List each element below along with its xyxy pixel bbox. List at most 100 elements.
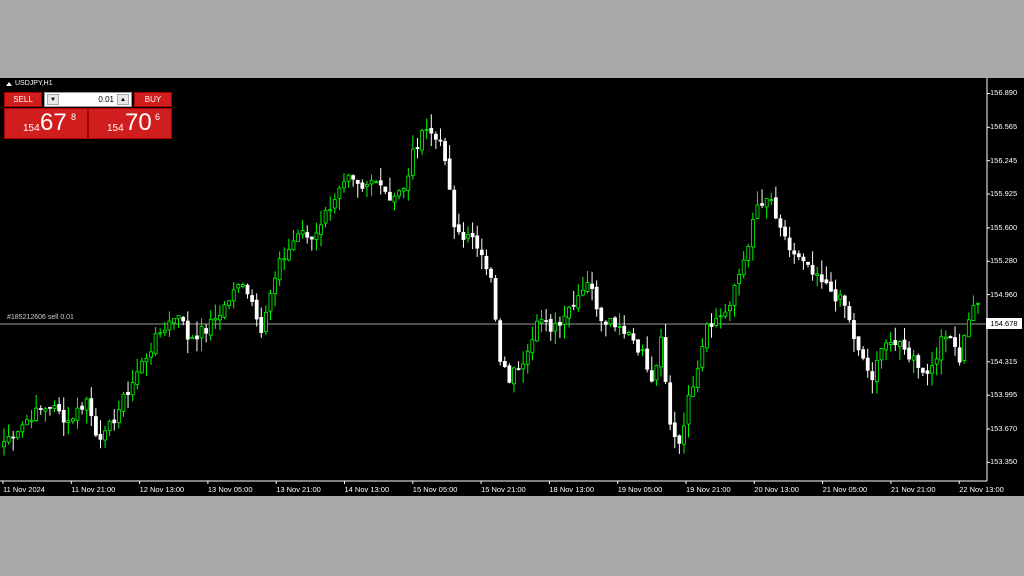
candle-body: [406, 175, 411, 191]
candle-body: [93, 416, 98, 436]
candle-body: [227, 300, 232, 306]
candle-body: [962, 334, 967, 361]
candle-body: [282, 258, 287, 261]
candle-body: [415, 147, 420, 150]
candle-body: [636, 339, 640, 353]
buy-button[interactable]: BUY: [134, 92, 172, 107]
candle-body: [15, 431, 20, 438]
candle-body: [911, 355, 916, 361]
candle-body: [682, 425, 686, 445]
candle-body: [80, 405, 85, 410]
candle-body: [153, 333, 158, 355]
y-axis-label: 154.315: [990, 356, 1018, 366]
candle-body: [489, 268, 493, 278]
candle-body: [530, 339, 535, 354]
candle-body: [231, 289, 236, 302]
candle-body: [916, 355, 921, 368]
candle-body: [865, 357, 870, 371]
candle-body: [103, 430, 107, 441]
candle-body: [493, 278, 498, 320]
candle-body: [374, 181, 379, 184]
lot-increase-icon[interactable]: ▲: [117, 94, 129, 105]
candle-body: [245, 284, 250, 295]
candle-body: [126, 391, 130, 396]
candle-body: [663, 337, 668, 382]
candle-body: [6, 436, 11, 443]
candle-body: [158, 332, 163, 335]
candle-body: [29, 420, 34, 423]
candle-body: [484, 255, 489, 270]
candle-body: [939, 336, 944, 361]
candle-body: [732, 284, 737, 306]
candle-body: [11, 436, 16, 439]
order-line-label[interactable]: #185212606 sell 0.01: [7, 314, 74, 321]
candle-body: [383, 186, 388, 192]
y-axis-label: 153.670: [990, 424, 1018, 434]
collapse-triangle-icon[interactable]: [6, 81, 12, 86]
candle-body: [535, 320, 539, 342]
candle-body: [365, 184, 369, 187]
candle-body: [677, 435, 682, 444]
lot-decrease-icon[interactable]: ▼: [47, 94, 59, 105]
candle-body: [617, 325, 622, 328]
y-axis-label: 153.350: [990, 457, 1018, 467]
candle-body: [668, 382, 673, 425]
candle-body: [599, 307, 604, 322]
chart-window[interactable]: USDJPY,H1 SELL ▼ ▲ BUY 154 67 8 154 70 6…: [0, 78, 1024, 496]
candle-body: [585, 282, 590, 292]
candle-body: [204, 328, 209, 334]
x-axis-label: 13 Nov 05:00: [207, 485, 253, 494]
candle-body: [181, 316, 186, 322]
candle-body: [645, 348, 650, 370]
lot-size-input[interactable]: [61, 94, 114, 105]
y-axis-label: 154.960: [990, 289, 1018, 299]
candle-body: [144, 357, 149, 363]
candle-body: [755, 204, 760, 219]
candle-body: [392, 195, 397, 203]
candle-body: [172, 318, 176, 324]
candle-body: [695, 368, 700, 388]
candle-body: [842, 295, 847, 306]
candle-body: [714, 317, 719, 326]
candle-body: [2, 441, 6, 448]
buy-price-button[interactable]: 154 70 6: [88, 108, 172, 139]
candle-body: [608, 317, 613, 325]
sell-price-button[interactable]: 154 67 8: [4, 108, 88, 139]
candle-body: [337, 187, 342, 199]
candle-body: [116, 409, 121, 424]
candle-body: [71, 418, 75, 422]
candle-body: [48, 406, 52, 409]
candle-body: [291, 240, 296, 251]
candle-body: [815, 273, 820, 276]
price-chart[interactable]: [0, 78, 1024, 496]
candle-body: [130, 382, 135, 396]
candle-body: [410, 148, 415, 176]
sell-button[interactable]: SELL: [4, 92, 42, 107]
candle-body: [277, 258, 282, 281]
y-axis-label: 155.925: [990, 189, 1018, 199]
candle-body: [700, 346, 705, 368]
x-axis-label: 13 Nov 21:00: [276, 485, 321, 494]
candle-body: [525, 350, 530, 365]
candle-body: [516, 368, 521, 371]
x-axis-label: 21 Nov 21:00: [890, 485, 936, 494]
candle-body: [75, 407, 80, 421]
symbol-timeframe: USDJPY,H1: [15, 80, 53, 87]
candle-body: [778, 218, 783, 228]
candle-body: [649, 370, 654, 382]
candle-body: [512, 367, 516, 385]
candle-body: [112, 419, 117, 424]
candle-body: [328, 209, 333, 212]
candle-body: [502, 361, 507, 367]
candle-body: [241, 284, 245, 287]
candle-body: [167, 320, 172, 331]
candle-body: [861, 349, 866, 359]
candle-body: [829, 281, 833, 292]
x-axis-label: 20 Nov 13:00: [754, 485, 799, 494]
candle-body: [691, 386, 696, 397]
y-axis-label: 155.600: [990, 222, 1018, 232]
candle-body: [576, 295, 581, 309]
candle-body: [323, 209, 328, 224]
candle-body: [897, 341, 902, 347]
candle-body: [548, 318, 553, 332]
